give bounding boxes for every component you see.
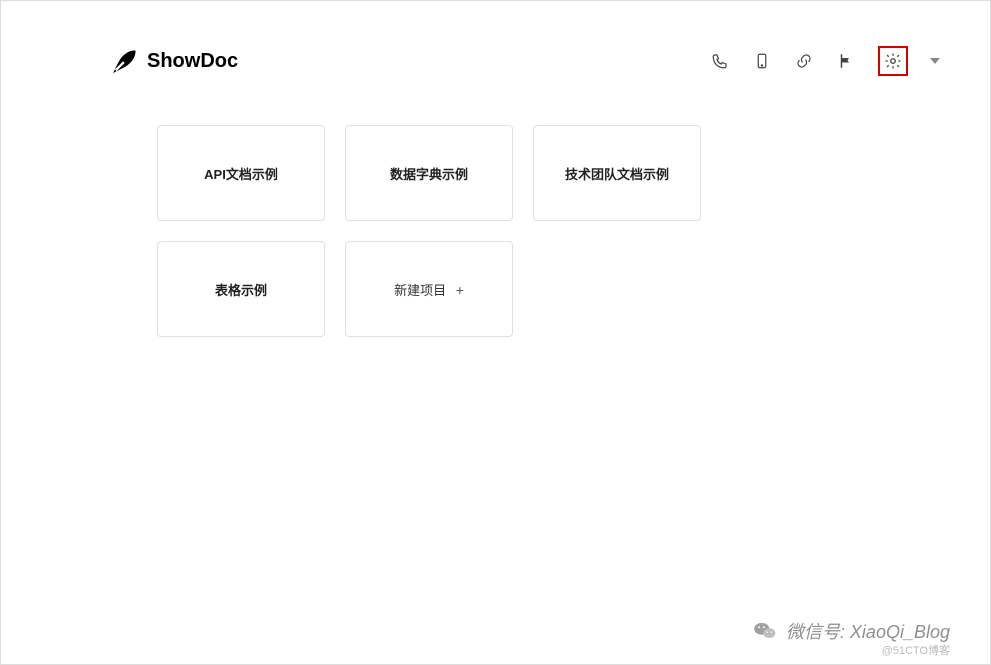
plus-icon: + — [456, 282, 464, 298]
new-project-text: 新建项目 — [394, 283, 446, 298]
project-card[interactable]: 表格示例 — [157, 241, 325, 337]
project-card[interactable]: 数据字典示例 — [345, 125, 513, 221]
new-project-label: 新建项目 + — [394, 280, 464, 299]
gear-icon[interactable] — [884, 52, 902, 70]
flag-icon[interactable] — [836, 51, 856, 71]
watermark: 微信号: XiaoQi_Blog — [752, 618, 950, 644]
header: ShowDoc — [1, 1, 990, 89]
card-title: 数据字典示例 — [390, 164, 468, 183]
attribution-text: @51CTO博客 — [882, 642, 950, 658]
card-title: 技术团队文档示例 — [565, 164, 669, 183]
link-icon[interactable] — [794, 51, 814, 71]
brand[interactable]: ShowDoc — [111, 47, 238, 75]
brand-text: ShowDoc — [147, 50, 238, 73]
wechat-icon — [752, 618, 778, 644]
mobile-icon[interactable] — [752, 51, 772, 71]
project-grid: API文档示例 数据字典示例 技术团队文档示例 表格示例 新建项目 + — [1, 89, 761, 337]
settings-highlight — [878, 46, 908, 76]
toolbar — [710, 46, 940, 76]
project-card[interactable]: API文档示例 — [157, 125, 325, 221]
new-project-card[interactable]: 新建项目 + — [345, 241, 513, 337]
project-card[interactable]: 技术团队文档示例 — [533, 125, 701, 221]
feather-icon — [111, 47, 139, 75]
card-title: 表格示例 — [215, 280, 267, 299]
phone-icon[interactable] — [710, 51, 730, 71]
card-title: API文档示例 — [204, 164, 278, 183]
chevron-down-icon[interactable] — [930, 58, 940, 64]
watermark-text: 微信号: XiaoQi_Blog — [786, 618, 950, 644]
